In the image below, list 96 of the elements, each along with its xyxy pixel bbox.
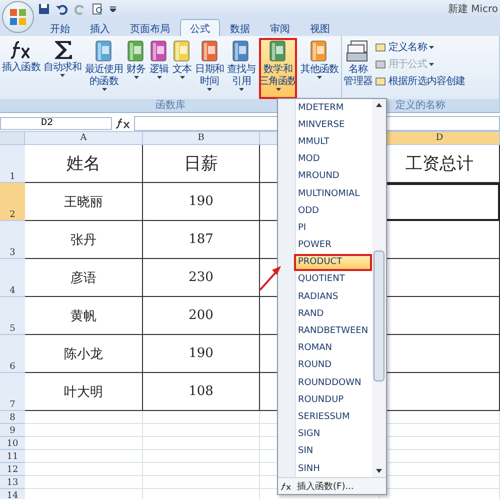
caret-icon	[60, 74, 66, 77]
row-header[interactable]: 7	[0, 373, 25, 411]
table-cell: 叶大明	[25, 373, 143, 411]
menu-item[interactable]: MROUND	[294, 168, 372, 185]
row-header[interactable]: 4	[0, 259, 25, 297]
ribbon-button[interactable]: 财务	[126, 38, 146, 99]
menu-item[interactable]: SIN	[294, 442, 372, 460]
ribbon-button[interactable]: 逻辑	[149, 38, 170, 99]
menu-item[interactable]: QUOTIENT	[294, 270, 372, 288]
row-header[interactable]: 9	[0, 424, 25, 437]
table-cell: 108	[143, 373, 260, 411]
insert-function-item[interactable]: 插入函数(F)...	[278, 477, 386, 494]
pointer-arrow	[258, 264, 282, 292]
caret-icon	[180, 76, 185, 79]
menu-item[interactable]: RANDBETWEEN	[294, 322, 372, 340]
ribbon-button[interactable]: 日期和 时间	[195, 38, 224, 99]
table-cell: 187	[143, 221, 260, 259]
menu-item[interactable]: RAND	[294, 305, 372, 322]
row-header[interactable]: 1	[0, 145, 25, 183]
ribbon-tab[interactable]: 插入	[80, 19, 120, 36]
ribbon-button[interactable]: 文本	[172, 38, 192, 99]
window-title: 新建 Micro	[448, 2, 499, 16]
caret-icon	[428, 62, 434, 66]
table-cell: 黄帆	[25, 297, 143, 335]
table-cell: 190	[143, 335, 260, 373]
caret-icon	[238, 88, 244, 91]
customize-caret-icon[interactable]	[110, 6, 116, 12]
row-header[interactable]: 11	[0, 450, 25, 463]
menu-item[interactable]: SIGN	[294, 426, 372, 443]
menu-item[interactable]: ROUNDDOWN	[294, 374, 372, 392]
caret-icon	[102, 88, 107, 91]
menu-item[interactable]: ODD	[294, 202, 372, 220]
name-box[interactable]: D2	[0, 116, 112, 130]
menu-item[interactable]: ROUND	[294, 356, 372, 374]
ribbon-button[interactable]: 自动求和	[43, 38, 82, 99]
ribbon-button[interactable]: 其他函数	[300, 38, 339, 99]
ribbon-tab[interactable]: 开始	[40, 19, 80, 36]
table-cell: 230	[143, 259, 260, 297]
table-cell: 姓名	[25, 145, 143, 183]
function-icon[interactable]	[116, 118, 130, 128]
ribbon-button[interactable]: 最近使用 的函数	[84, 38, 124, 99]
row-header[interactable]: 13	[0, 476, 25, 489]
menu-item[interactable]: MINVERSE	[294, 116, 372, 134]
scrollbar[interactable]	[372, 99, 386, 477]
table-cell: 190	[143, 183, 260, 221]
menu-item[interactable]: MULTINOMIAL	[294, 184, 372, 202]
row-header[interactable]: 6	[0, 335, 25, 373]
row-header[interactable]: 3	[0, 221, 25, 259]
ribbon-button[interactable]: 查找与 引用	[227, 38, 256, 99]
row-header[interactable]: 12	[0, 463, 25, 476]
column-header[interactable]: A	[25, 132, 143, 145]
menu-item[interactable]: MOD	[294, 150, 372, 168]
row-header[interactable]: 8	[0, 411, 25, 424]
row-header[interactable]: 14	[0, 489, 25, 499]
menu-item[interactable]: ROMAN	[294, 340, 372, 357]
tag-icon	[375, 76, 386, 86]
menu-item[interactable]: PI	[294, 219, 372, 236]
table-cell: 日薪	[143, 145, 260, 183]
tag-icon	[375, 42, 386, 52]
row-header[interactable]: 2	[0, 183, 25, 221]
menu-item[interactable]: SERIESSUM	[294, 408, 372, 426]
menu-item[interactable]: ROUNDUP	[294, 391, 372, 408]
menu-item[interactable]: SINH	[294, 460, 372, 478]
menu-item[interactable]: RADIANS	[294, 288, 372, 306]
menu-item[interactable]: PRODUCT	[294, 254, 372, 271]
menu-item[interactable]: POWER	[294, 236, 372, 254]
row-header[interactable]: 5	[0, 297, 25, 335]
print-preview-icon[interactable]	[92, 3, 104, 15]
ribbon-tab[interactable]: 视图	[300, 19, 340, 36]
table-cell: 200	[143, 297, 260, 335]
column-header[interactable]: B	[143, 132, 260, 145]
caret-icon	[207, 88, 212, 91]
row-header[interactable]: 10	[0, 437, 25, 450]
table-cell: 陈小龙	[25, 335, 143, 373]
undo-icon[interactable]	[56, 3, 68, 15]
caret-icon	[428, 46, 434, 48]
ribbon-tab[interactable]: 数据	[220, 19, 260, 36]
ribbon-small-button[interactable]: 定义名称	[375, 40, 466, 54]
table-cell: 彦语	[25, 259, 143, 297]
table-cell: 王晓丽	[25, 183, 143, 221]
ribbon-tab[interactable]: 公式	[180, 19, 220, 36]
save-icon[interactable]	[38, 3, 50, 15]
ribbon-button[interactable]: 插入函数	[2, 38, 40, 99]
tag-icon	[375, 59, 386, 69]
caret-icon	[156, 76, 162, 79]
ribbon-tab[interactable]: 页面布局	[120, 19, 180, 36]
caret-icon	[316, 76, 322, 79]
function-icon	[281, 482, 291, 491]
menu-item[interactable]: MMULT	[294, 133, 372, 151]
ribbon-small-button[interactable]: 根据所选内容创建	[375, 74, 466, 88]
table-cell: 张丹	[25, 221, 143, 259]
caret-icon	[134, 76, 139, 79]
ribbon-button[interactable]: 名称 管理器	[344, 38, 372, 99]
logo	[9, 8, 27, 26]
caret-icon	[276, 88, 281, 91]
ribbon-tab[interactable]: 审阅	[260, 19, 300, 36]
